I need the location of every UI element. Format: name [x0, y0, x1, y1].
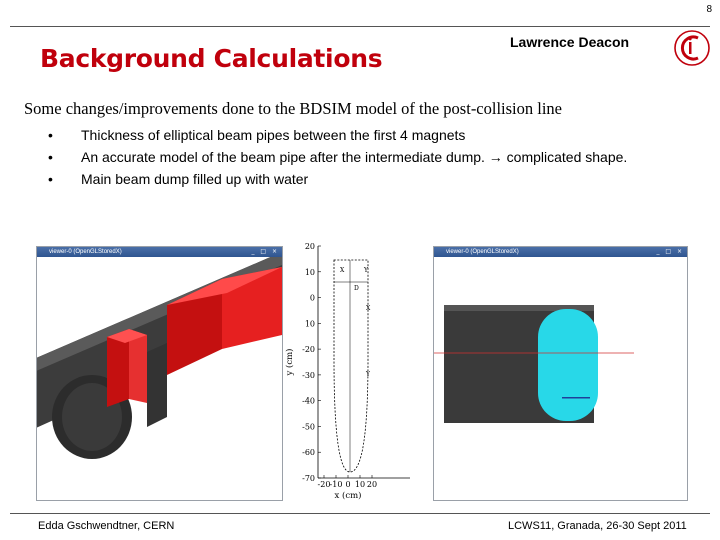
beampipe-profile-plot: 2010010-20-30-40-50-60-70-20 -10 0 10 20y (c… — [284, 242, 410, 501]
y-tick-label: 10 — [305, 319, 315, 328]
plot-annotation: X — [366, 305, 371, 312]
footer-event: LCWS11, Granada, 26-30 Sept 2011 — [508, 520, 687, 532]
slide-title: Background Calculations — [40, 44, 383, 73]
window-controls-icon[interactable]: _ □ × — [656, 248, 684, 256]
plot-annotation: D — [354, 285, 359, 292]
y-axis-label: y (cm) — [284, 349, 295, 377]
bullet-marker: • — [48, 171, 53, 187]
intro-text: Some changes/improvements done to the BD… — [24, 99, 563, 118]
plot-annotation: X — [340, 267, 345, 274]
y-tick-label: 0 — [310, 294, 315, 303]
presenter-name: Lawrence Deacon — [510, 34, 630, 50]
x-tick-label: -20 — [318, 480, 331, 489]
x-tick-label: 20 — [367, 480, 377, 489]
dump-render — [434, 257, 687, 500]
y-tick-label: -40 — [302, 397, 315, 406]
plot-group: 2010010-20-30-40-50-60-70-20 -10 0 10 20y (c… — [284, 242, 410, 501]
bullet-item: • An accurate model of the beam pipe afte… — [48, 148, 688, 167]
left-viewer-window: viewer-0 (OpenGLStoredX) _ □ × — [36, 246, 283, 501]
window-titlebar: viewer-0 (OpenGLStoredX) _ □ × — [434, 247, 687, 257]
x-axis-label: x (cm) — [335, 490, 362, 501]
footer-author: Edda Gschwendtner, CERN — [38, 520, 175, 532]
bottom-divider — [10, 513, 710, 514]
y-tick-label: -50 — [302, 422, 315, 431]
bullet-text: An accurate model of the beam pipe after… — [81, 149, 628, 165]
y-tick-label: -70 — [302, 474, 315, 483]
window-titlebar: viewer-0 (OpenGLStoredX) _ □ × — [37, 247, 282, 257]
y-tick-label: 10 — [305, 268, 315, 277]
bullet-marker: • — [48, 149, 53, 165]
right-viewer-window: viewer-0 (OpenGLStoredX) _ □ × — [433, 246, 688, 501]
bullet-text: Thickness of elliptical beam pipes betwe… — [81, 127, 466, 143]
pipe-outline — [333, 259, 369, 473]
bullet-item: • Thickness of elliptical beam pipes betw… — [48, 126, 688, 145]
clic-logo-icon — [674, 30, 710, 66]
y-tick-label: -60 — [302, 448, 315, 457]
window-title: viewer-0 (OpenGLStoredX) — [49, 249, 122, 255]
window-controls-icon[interactable]: _ □ × — [251, 248, 279, 256]
bullet-list: • Thickness of elliptical beam pipes betw… — [48, 126, 688, 192]
top-divider — [10, 26, 710, 27]
bullet-item: • Main beam dump filled up with water — [48, 170, 688, 189]
bullet-marker: • — [48, 127, 53, 143]
beamline-render — [37, 257, 282, 500]
y-tick-label: 20 — [305, 242, 315, 251]
bullet-text: Main beam dump filled up with water — [81, 171, 309, 187]
plot-annotation: Y — [365, 371, 371, 378]
window-title: viewer-0 (OpenGLStoredX) — [446, 249, 519, 255]
y-tick-label: -20 — [302, 345, 315, 354]
x-tick-label: 10 — [355, 480, 365, 489]
slide-number: 8 — [706, 4, 712, 15]
x-tick-label: -10 — [330, 480, 343, 489]
y-tick-label: -30 — [302, 371, 315, 380]
x-tick-label: 0 — [345, 480, 350, 489]
